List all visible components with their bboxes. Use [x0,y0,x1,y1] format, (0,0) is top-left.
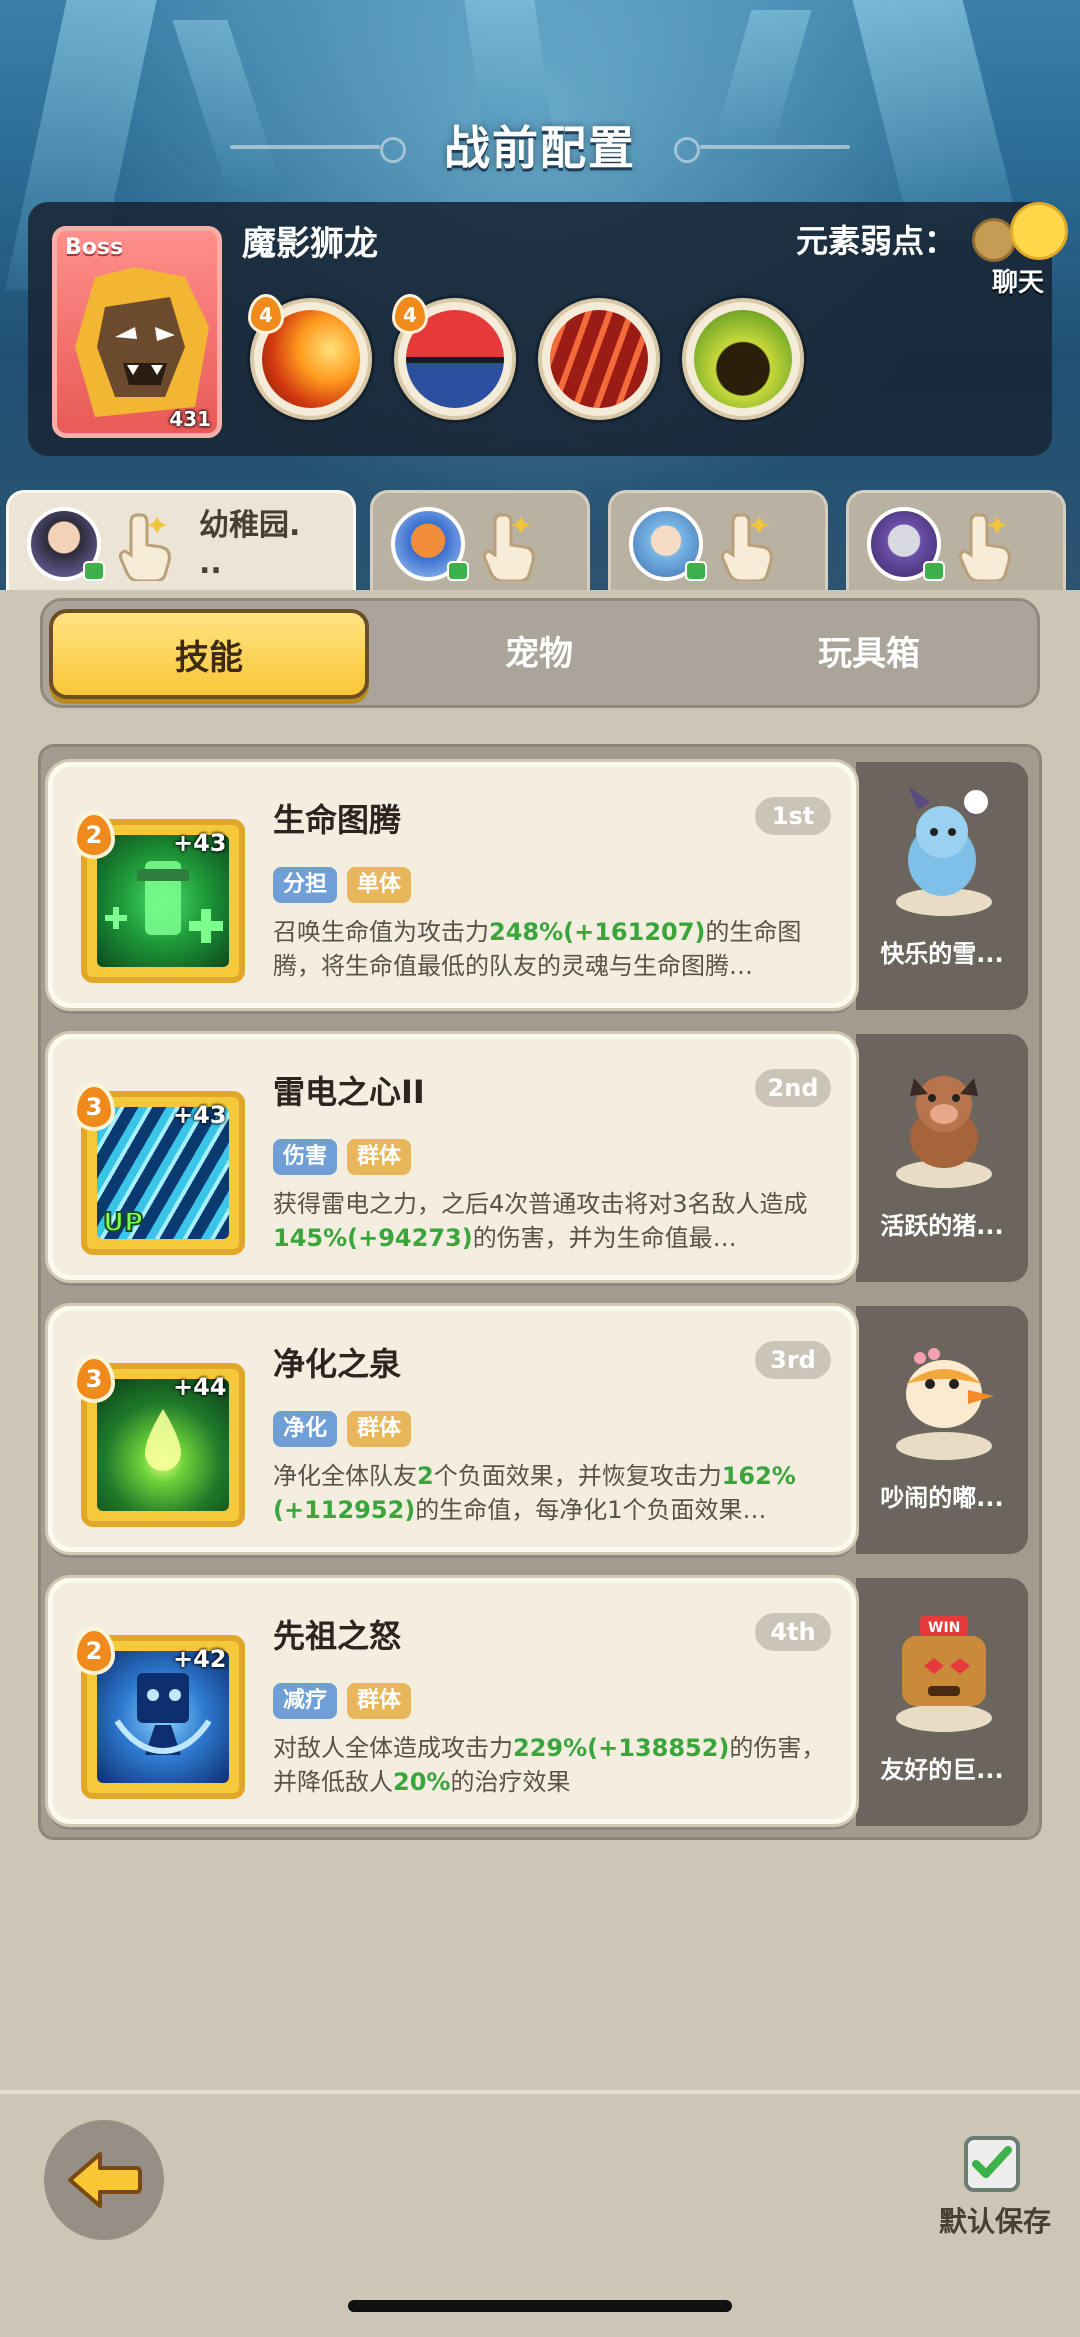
hero-tab-3[interactable] [608,490,828,590]
chat-label: 聊天 [992,268,1045,298]
hero-tab-1[interactable]: 幼稚园. .. [6,490,356,590]
hero-tab-2[interactable] [370,490,590,590]
hero-status-icon [685,561,707,581]
skill-tag-type: 分担 [273,867,338,903]
skill-description: 获得雷电之力，之后4次普通攻击将对3名敌人造成145%(+94273)的伤害，并… [273,1190,808,1252]
skill-icon-frame: UP 3 +43 [73,1083,245,1255]
default-save-label: 默认保存 [938,2205,1051,2238]
skill-rank: 4th [755,1613,831,1651]
config-tabbar: 技能 宠物 玩具箱 [40,598,1040,708]
pet-slot-2[interactable]: 活跃的猪... [856,1034,1028,1282]
tap-hand-icon [483,513,535,581]
claw-slash-icon [550,310,648,408]
boss-skill-1[interactable]: 4 [248,294,372,420]
snow-pet-icon [896,786,992,916]
pet-slot-4[interactable]: WIN 友好的巨... [856,1578,1028,1826]
skill-tag-target: 群体 [347,1683,412,1719]
skill-icon-frame: 2 +43 [73,811,245,983]
element-weakness-label: 元素弱点： [796,222,957,260]
skill-rank: 3rd [755,1341,831,1379]
boss-skill-1-badge: 4 [248,294,284,334]
skill-bonus: +43 [173,829,227,857]
skill-card-2[interactable]: UP 3 +43 雷电之心II 2nd 伤害 群体 获得雷电之力，之后4次普通攻… [48,1034,856,1280]
skill-icon-frame: 3 +44 [73,1355,245,1527]
back-arrow-icon [68,2152,142,2208]
back-button[interactable] [44,2120,164,2240]
pet-name: 友好的巨... [880,1756,1004,1784]
skill-rank: 2nd [755,1069,831,1107]
tap-hand-icon [119,513,171,581]
skill-description: 对敌人全体造成攻击力229%(+138852)的伤害，并降低敌人20%的治疗效果 [273,1734,826,1796]
lion-dragon-icon [75,267,209,417]
skill-tag-target: 单体 [347,867,412,903]
skill-name: 先祖之怒 [273,1617,402,1655]
skill-bonus: +43 [173,1101,227,1129]
skill-bonus: +44 [173,1373,227,1401]
skill-tag-type: 净化 [273,1411,338,1447]
boss-skill-2-badge: 4 [392,294,428,334]
boss-panel: Boss 431 魔影狮龙 元素弱点： 4 4 [28,202,1052,456]
hero-tab-4[interactable] [846,490,1066,590]
boss-level: 431 [169,407,211,431]
pet-slot-3[interactable]: 吵闹的嘟... [856,1306,1028,1554]
dark-creature-icon [694,310,792,408]
hero-status-icon [447,561,469,581]
skill-level-badge: 2 [73,811,115,859]
boss-skill-3[interactable] [538,298,660,420]
skill-name: 雷电之心II [273,1073,425,1111]
home-indicator [348,2300,732,2312]
page-title: 战前配置 [444,121,636,175]
chat-emoji-icon [1010,202,1068,260]
hero-status-icon [923,561,945,581]
pet-slot-1[interactable]: 快乐的雪... [856,762,1028,1010]
boss-card[interactable]: Boss 431 [52,226,222,438]
chat-button[interactable]: 聊天 [968,196,1068,298]
svg-text:UP: UP [103,1208,143,1238]
skill-card-1[interactable]: 2 +43 生命图腾 1st 分担 单体 召唤生命值为攻击力248%(+1612… [48,762,856,1008]
skill-tag-target: 群体 [347,1411,412,1447]
tab-toybox[interactable]: 玩具箱 [709,609,1029,699]
boar-pet-icon [896,1076,992,1188]
skill-level-badge: 2 [73,1627,115,1675]
pet-name: 吵闹的嘟... [880,1484,1004,1512]
hero-name: 幼稚园. .. [199,508,301,581]
pet-name: 快乐的雪... [880,940,1004,968]
skill-tag-target: 群体 [347,1139,412,1175]
skill-icon-frame: 2 +42 [73,1627,245,1799]
skill-card-4[interactable]: 2 +42 先祖之怒 4th 减疗 群体 对敌人全体造成攻击力229%(+138… [48,1578,856,1824]
chat-avatar-icon [972,218,1016,262]
skill-card-3[interactable]: 3 +44 净化之泉 3rd 净化 群体 净化全体队友2个负面效果，并恢复攻击力… [48,1306,856,1552]
giant-pet-icon: WIN [896,1616,992,1732]
skill-level-badge: 3 [73,1355,115,1403]
skill-rank: 1st [755,797,831,835]
tab-pet[interactable]: 宠物 [379,609,699,699]
boss-tag: Boss [65,235,124,260]
bird-pet-icon [896,1348,994,1460]
tap-hand-icon [721,513,773,581]
default-save-button[interactable]: 默认保存 [930,2132,1060,2252]
checkbox-checked-icon [964,2136,1020,2192]
pet-name: 活跃的猪... [880,1212,1004,1240]
skill-tag-type: 减疗 [273,1683,338,1719]
skill-level-badge: 3 [73,1083,115,1131]
skill-name: 生命图腾 [273,801,402,839]
skill-name: 净化之泉 [273,1345,402,1383]
skill-bonus: +42 [173,1645,227,1673]
tap-hand-icon [959,513,1011,581]
hero-status-icon [83,561,105,581]
boss-skill-2[interactable]: 4 [392,294,516,420]
boss-name: 魔影狮龙 [242,224,378,264]
boss-skill-4[interactable] [682,298,804,420]
tab-skill[interactable]: 技能 [49,609,369,699]
skill-description: 净化全体队友2个负面效果，并恢复攻击力162%(+112952)的生命值，每净化… [273,1462,796,1524]
skill-description: 召唤生命值为攻击力248%(+161207)的生命图腾，将生命值最低的队友的灵魂… [273,918,802,980]
skill-tag-type: 伤害 [273,1139,338,1175]
svg-text:WIN: WIN [928,1620,960,1636]
